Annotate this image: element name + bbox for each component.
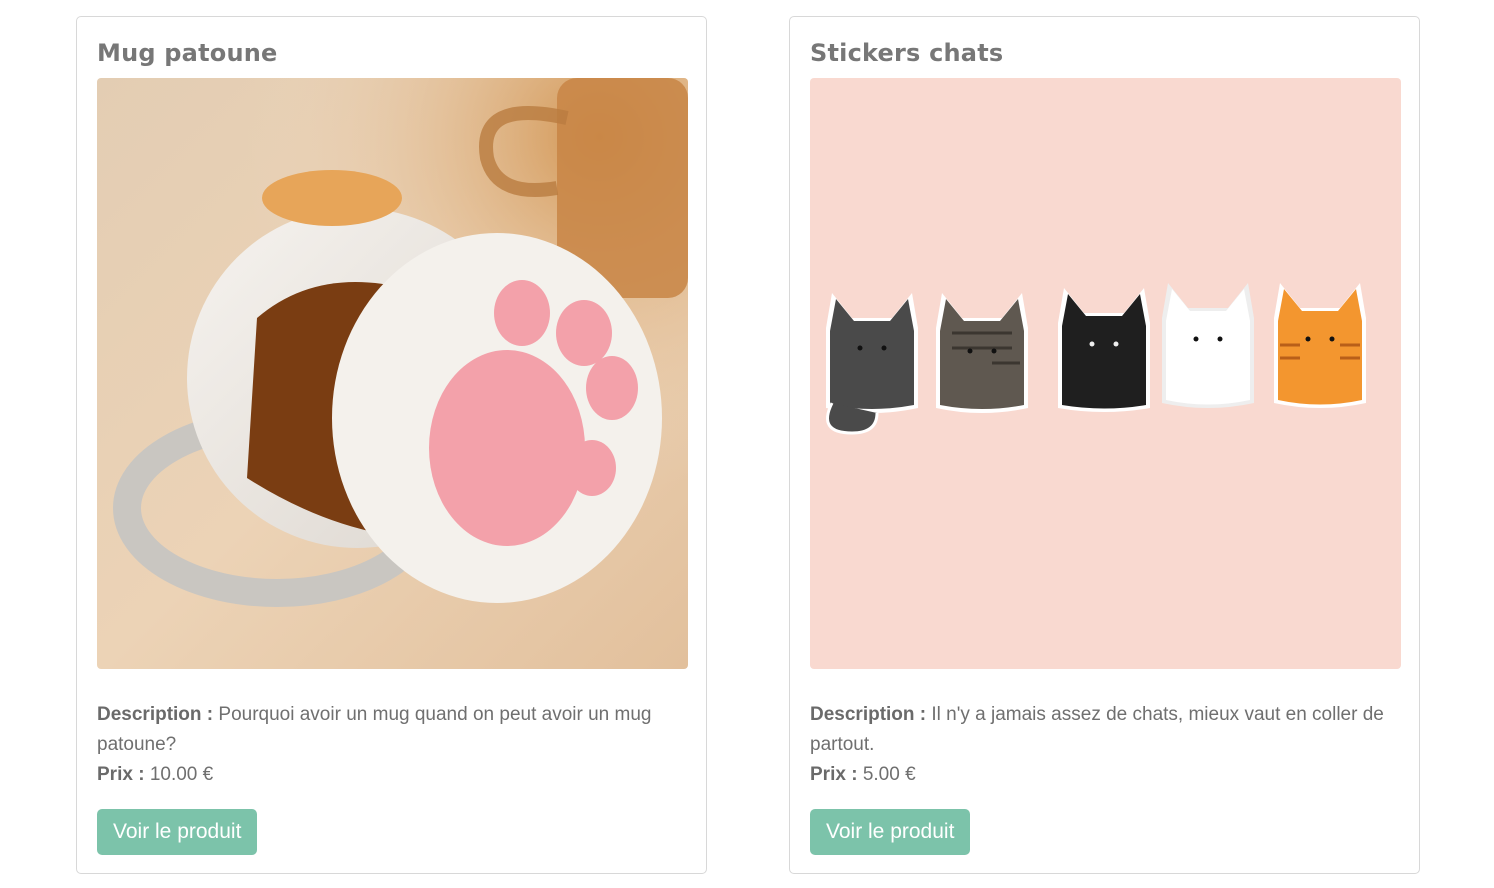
- price-label: Prix :: [97, 764, 145, 785]
- price-label: Prix :: [810, 764, 858, 785]
- product-card: Stickers chats Description: Il n'y a ja…: [789, 16, 1420, 874]
- product-card: Mug patoune Description: Pourquoi avoir…: [76, 16, 707, 874]
- product-grid: Mug patoune Description: Pourquoi avoir…: [0, 0, 1494, 888]
- price-value: 10.00 €: [149, 764, 214, 785]
- product-details: Description : Pourquoi avoir un mug quan…: [97, 700, 689, 790]
- product-title: Mug patoune: [97, 39, 278, 67]
- product-description: Description : Pourquoi avoir un mug quan…: [97, 700, 689, 760]
- product-image-stickers: [810, 78, 1401, 669]
- product-details: Description : Il n'y a jamais assez de c…: [810, 700, 1402, 790]
- product-price: Prix : 10.00 €: [97, 760, 689, 790]
- view-product-button[interactable]: Voir le produit: [97, 809, 258, 855]
- product-title: Stickers chats: [810, 39, 1004, 67]
- description-label: Description :: [810, 704, 927, 725]
- product-description: Description : Il n'y a jamais assez de c…: [810, 700, 1402, 760]
- product-image-mug: [97, 78, 688, 669]
- view-product-button[interactable]: Voir le produit: [810, 809, 971, 855]
- price-value: 5.00 €: [862, 764, 916, 785]
- description-label: Description :: [97, 704, 214, 725]
- product-price: Prix : 5.00 €: [810, 760, 1402, 790]
